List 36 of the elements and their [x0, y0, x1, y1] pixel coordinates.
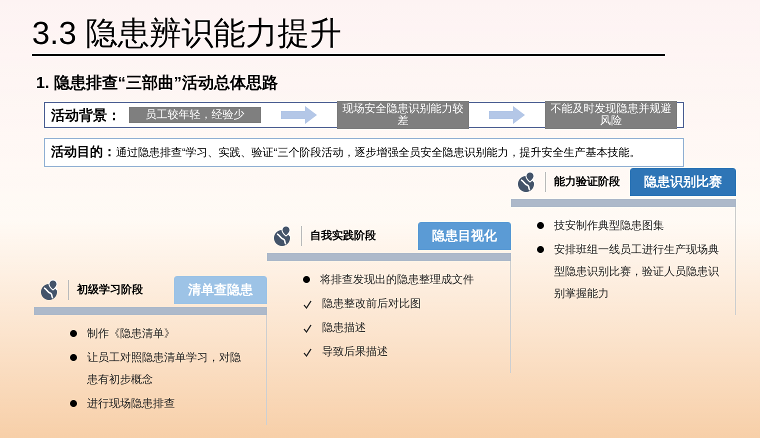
- stage-badge: 隐患识别比赛: [630, 168, 736, 196]
- bullet-icon: [303, 276, 310, 283]
- background-step: 员工较年轻，经验少: [129, 107, 261, 123]
- bullet-icon: [537, 246, 544, 253]
- list-item-text: 进行现场隐患排查: [87, 396, 175, 412]
- bullet-icon: [70, 330, 77, 337]
- bullet-icon: [537, 222, 544, 229]
- list-item-text: 让员工对照隐患清单学习，对隐患有初步概念: [87, 350, 242, 388]
- list-item-text: 安排班组一线员工进行生产现场典型隐患识别比赛，验证人员隐患识别掌握能力: [554, 242, 720, 302]
- stage-badge: 清单查隐患: [174, 276, 267, 304]
- background-label: 活动背景：: [51, 106, 121, 124]
- bullet-icon: [70, 400, 77, 407]
- globe-pin-icon: [271, 225, 293, 247]
- list-item-text: 将排查发现出的隐患整理成文件: [320, 272, 474, 288]
- check-icon: [303, 348, 312, 357]
- slide-title: 3.3 隐患辨识能力提升: [32, 15, 342, 51]
- list-item-text: 隐患描述: [322, 320, 366, 336]
- stage-title: 能力验证阶段: [554, 174, 621, 190]
- background-step: 不能及时发现隐患并规避风险: [545, 101, 677, 129]
- list-item-text: 制作《隐患清单》: [87, 326, 175, 342]
- stage-title: 初级学习阶段: [77, 282, 144, 298]
- globe-pin-icon: [38, 279, 60, 301]
- check-icon: [303, 300, 312, 309]
- stage-badge: 隐患目视化: [418, 222, 511, 250]
- stage-title: 自我实践阶段: [310, 228, 377, 244]
- arrow-icon: [279, 105, 319, 125]
- background-step: 现场安全隐患识别能力较差: [337, 101, 469, 129]
- globe-pin-icon: [515, 171, 537, 193]
- list-item-text: 隐患整改前后对比图: [322, 296, 421, 312]
- arrow-icon: [487, 105, 527, 125]
- check-icon: [303, 324, 312, 333]
- bullet-icon: [70, 354, 77, 361]
- section-heading: 1. 隐患排查“三部曲”活动总体思路: [36, 75, 278, 92]
- purpose-text: 活动目的：通过隐患排查“学习、实践、验证“三个阶段活动，逐步增强全员安全隐患识别能力，提升安全生产基本技能。: [51, 143, 642, 161]
- list-item-text: 导致后果描述: [322, 345, 388, 360]
- list-item-text: 技安制作典型隐患图集: [554, 218, 664, 234]
